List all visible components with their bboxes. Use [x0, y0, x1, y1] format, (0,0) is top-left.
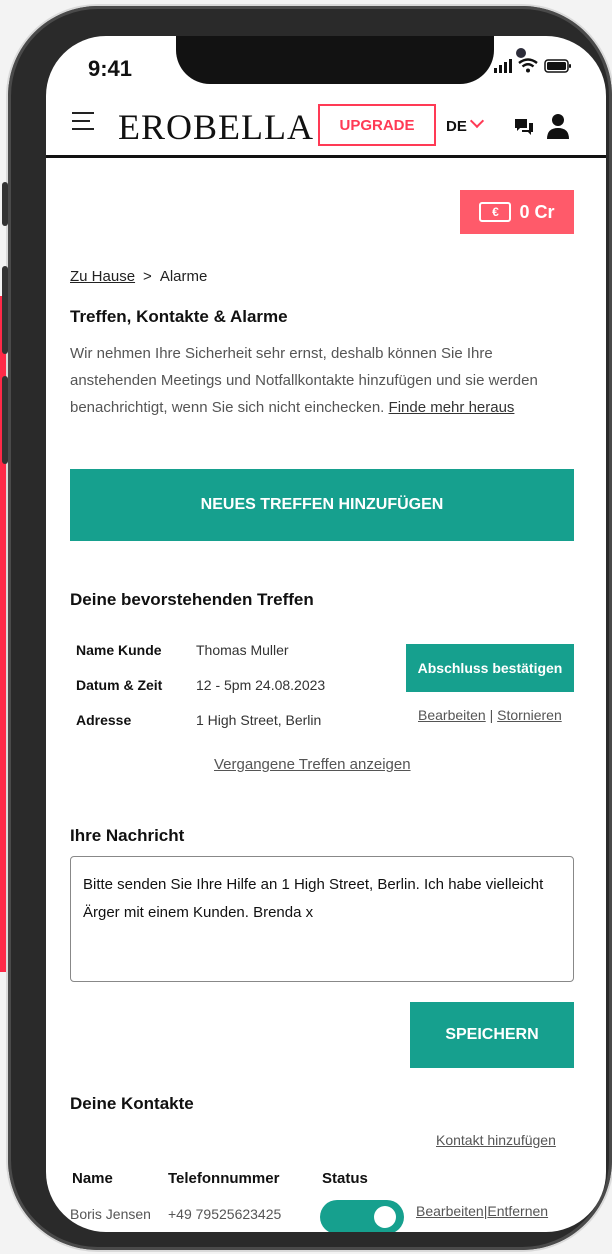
euro-banknote-icon: € — [479, 202, 512, 222]
add-meeting-button[interactable]: NEUES TREFFEN HINZUFÜGEN — [70, 469, 574, 541]
language-selector[interactable]: DE — [446, 118, 467, 135]
phone-frame: 9:41 EROBELLA UPGRADE DE € 0 Cr Zu Hause… — [2, 6, 612, 1250]
meetings-heading: Deine bevorstehenden Treffen — [70, 590, 314, 609]
past-meetings-link[interactable]: Vergangene Treffen anzeigen — [214, 756, 411, 773]
toggle-knob — [374, 1206, 396, 1228]
column-header-name: Name — [72, 1170, 113, 1187]
battery-icon — [544, 58, 571, 73]
phone-screen: 9:41 EROBELLA UPGRADE DE € 0 Cr Zu Hause… — [46, 36, 606, 1232]
intro-text: Wir nehmen Ihre Sicherheit sehr ernst, d… — [70, 340, 570, 421]
top-navigation: EROBELLA UPGRADE DE — [46, 92, 606, 158]
learn-more-link[interactable]: Finde mehr heraus — [389, 399, 515, 416]
edit-meeting-link[interactable]: Bearbeiten — [418, 707, 486, 723]
contact-actions: Bearbeiten|Entfernen — [416, 1203, 548, 1219]
phone-mute-switch — [2, 182, 8, 226]
user-icon[interactable] — [546, 112, 570, 140]
save-button[interactable]: SPEICHERN — [410, 1002, 574, 1068]
remove-contact-link[interactable]: Entfernen — [487, 1203, 548, 1219]
contact-status-toggle[interactable] — [320, 1200, 404, 1232]
column-header-status: Status — [322, 1170, 368, 1187]
status-time: 9:41 — [88, 56, 133, 81]
credit-balance-label: 0 Cr — [519, 201, 555, 222]
message-heading: Ihre Nachricht — [70, 826, 185, 845]
contact-phone: +49 79525623425 — [168, 1206, 282, 1222]
meeting-row: Adresse 1 High Street, Berlin — [76, 712, 325, 747]
chevron-down-icon[interactable] — [469, 113, 485, 129]
breadcrumb-home-link[interactable]: Zu Hause — [70, 268, 135, 285]
contact-name: Boris Jensen — [70, 1206, 151, 1222]
column-header-phone: Telefonnummer — [168, 1170, 280, 1187]
menu-icon[interactable] — [72, 112, 96, 130]
breadcrumb-current: Alarme — [159, 268, 208, 285]
confirm-completion-button[interactable]: Abschluss bestätigen — [406, 644, 574, 692]
meeting-row: Name Kunde Thomas Muller — [76, 642, 325, 677]
meeting-value: Thomas Muller — [196, 642, 289, 658]
meeting-details: Name Kunde Thomas Muller Datum & Zeit 12… — [76, 642, 325, 747]
meeting-key: Adresse — [76, 712, 132, 728]
camera-dot — [516, 48, 526, 58]
link-separator: | — [489, 707, 494, 723]
message-textarea[interactable]: Bitte senden Sie Ihre Hilfe an 1 High St… — [70, 856, 574, 982]
brand-logo[interactable]: EROBELLA — [118, 106, 314, 148]
upgrade-button[interactable]: UPGRADE — [318, 104, 436, 146]
page-title: Treffen, Kontakte & Alarme — [70, 307, 288, 326]
status-icons — [494, 58, 572, 73]
signal-icon — [494, 58, 512, 73]
phone-volume-up — [2, 266, 8, 354]
breadcrumb-separator: > — [143, 268, 152, 285]
breadcrumb: Zu Hause > Alarme — [70, 268, 207, 285]
meeting-key: Name Kunde — [76, 642, 162, 658]
edit-contact-link[interactable]: Bearbeiten — [416, 1203, 484, 1219]
chat-icon[interactable] — [514, 118, 534, 136]
contacts-heading: Deine Kontakte — [70, 1094, 194, 1113]
phone-volume-down — [2, 376, 8, 464]
meeting-key: Datum & Zeit — [76, 677, 163, 693]
add-contact-link[interactable]: Kontakt hinzufügen — [436, 1132, 556, 1148]
meeting-value: 1 High Street, Berlin — [196, 712, 322, 728]
meeting-value: 12 - 5pm 24.08.2023 — [196, 677, 326, 693]
meeting-row: Datum & Zeit 12 - 5pm 24.08.2023 — [76, 677, 325, 712]
credit-balance-button[interactable]: € 0 Cr — [460, 190, 574, 234]
cancel-meeting-link[interactable]: Stornieren — [497, 707, 562, 723]
phone-notch — [176, 36, 526, 84]
meeting-actions: Bearbeiten | Stornieren — [418, 707, 562, 723]
wifi-icon — [518, 58, 538, 73]
